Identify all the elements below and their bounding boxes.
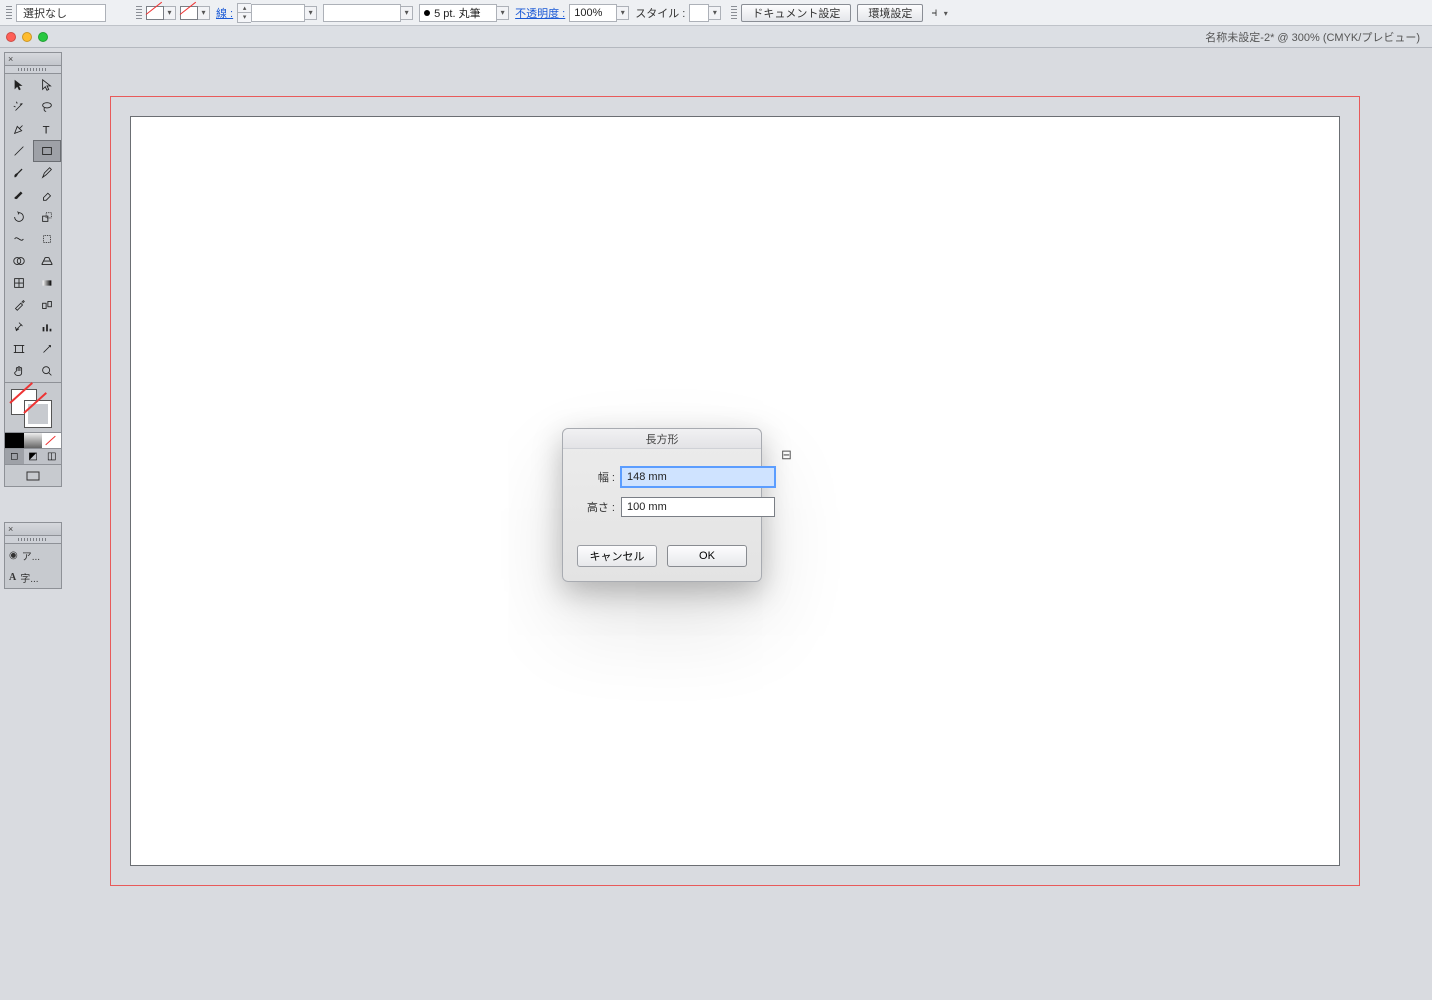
color-mode-none[interactable] bbox=[42, 433, 61, 448]
slice-tool[interactable] bbox=[33, 338, 61, 360]
preferences-button[interactable]: 環境設定 bbox=[857, 4, 923, 22]
grip-icon bbox=[731, 6, 737, 20]
stroke-width-field[interactable] bbox=[251, 4, 305, 22]
column-graph-tool[interactable] bbox=[33, 316, 61, 338]
color-mode-solid[interactable] bbox=[5, 433, 24, 448]
rectangle-dialog: 長方形 幅 : 高さ : ⊟ キャンセル OK bbox=[562, 428, 762, 582]
align-icon[interactable]: ⫞ ▾ bbox=[931, 5, 947, 20]
character-icon: A bbox=[9, 572, 16, 583]
shape-builder-tool[interactable] bbox=[5, 250, 33, 272]
selection-indicator[interactable]: 選択なし bbox=[16, 4, 106, 22]
width-label: 幅 : bbox=[575, 469, 615, 485]
draw-normal[interactable]: ◻ bbox=[5, 449, 24, 464]
stroke-link[interactable]: 線 : bbox=[216, 5, 233, 21]
eraser-tool[interactable] bbox=[33, 184, 61, 206]
cancel-button[interactable]: キャンセル bbox=[577, 545, 657, 567]
mini-panel-header[interactable]: × bbox=[4, 522, 62, 536]
fill-dropdown[interactable]: ▾ bbox=[164, 6, 176, 20]
appearance-mini-panel: × ◉ア... A字... bbox=[4, 522, 62, 589]
color-mode-row bbox=[4, 433, 62, 449]
paintbrush-tool[interactable] bbox=[5, 162, 33, 184]
draw-inside[interactable]: ◫ bbox=[42, 449, 61, 464]
document-title: 名称未設定-2* @ 300% (CMYK/プレビュー) bbox=[1205, 29, 1420, 45]
height-label: 高さ : bbox=[575, 499, 615, 515]
rotate-tool[interactable] bbox=[5, 206, 33, 228]
style-dropdown[interactable]: ▾ bbox=[709, 6, 721, 20]
panel-grip[interactable] bbox=[4, 536, 62, 544]
pencil-tool[interactable] bbox=[33, 162, 61, 184]
fill-stroke-indicator[interactable] bbox=[4, 383, 62, 433]
document-setup-button[interactable]: ドキュメント設定 bbox=[741, 4, 851, 22]
draw-mode-row: ◻ ◩ ◫ bbox=[4, 449, 62, 465]
blend-tool[interactable] bbox=[33, 294, 61, 316]
close-window-icon[interactable] bbox=[6, 32, 16, 42]
brush-dropdown[interactable]: ▾ bbox=[497, 6, 509, 20]
rectangle-tool[interactable] bbox=[33, 140, 61, 162]
eyedropper-tool[interactable] bbox=[5, 294, 33, 316]
direct-selection-tool[interactable] bbox=[33, 74, 61, 96]
appearance-row[interactable]: ◉ア... bbox=[5, 544, 61, 566]
style-field[interactable] bbox=[689, 4, 709, 22]
selection-tool[interactable] bbox=[5, 74, 33, 96]
zoom-window-icon[interactable] bbox=[38, 32, 48, 42]
selection-label: 選択なし bbox=[23, 5, 67, 21]
fill-swatch[interactable] bbox=[146, 6, 164, 20]
opacity-dropdown[interactable]: ▾ bbox=[617, 6, 629, 20]
panel-grip[interactable] bbox=[4, 66, 62, 74]
vwp-dropdown[interactable]: ▾ bbox=[401, 6, 413, 20]
free-transform-tool[interactable] bbox=[33, 228, 61, 250]
zoom-tool[interactable] bbox=[33, 360, 61, 382]
dialog-title: 長方形 bbox=[563, 429, 761, 449]
control-bar: 選択なし ▾ ▾ 線 : ▴▾ ▾ ▾ 5 pt. 丸筆 ▾ 不透明度 : 100… bbox=[0, 0, 1432, 26]
opacity-link[interactable]: 不透明度 : bbox=[515, 5, 565, 21]
stroke-width-dropdown[interactable]: ▾ bbox=[305, 6, 317, 20]
character-row[interactable]: A字... bbox=[5, 566, 61, 588]
constrain-proportions-icon[interactable]: ⊟ bbox=[781, 433, 792, 477]
grip-icon bbox=[136, 6, 142, 20]
opacity-field[interactable]: 100% bbox=[569, 4, 617, 22]
document-title-bar: 名称未設定-2* @ 300% (CMYK/プレビュー) bbox=[0, 26, 1432, 48]
type-tool[interactable]: T bbox=[33, 118, 61, 140]
workspace: × T bbox=[0, 48, 1432, 1000]
height-input[interactable] bbox=[621, 497, 775, 517]
close-panel-icon[interactable]: × bbox=[8, 524, 13, 534]
mesh-tool[interactable] bbox=[5, 272, 33, 294]
stroke-color-icon[interactable] bbox=[25, 401, 51, 427]
minimize-window-icon[interactable] bbox=[22, 32, 32, 42]
brush-field[interactable]: 5 pt. 丸筆 bbox=[419, 4, 497, 22]
grip-icon bbox=[6, 6, 12, 20]
stroke-dropdown[interactable]: ▾ bbox=[198, 6, 210, 20]
blob-brush-tool[interactable] bbox=[5, 184, 33, 206]
color-mode-gradient[interactable] bbox=[24, 433, 43, 448]
lasso-tool[interactable] bbox=[33, 96, 61, 118]
draw-behind[interactable]: ◩ bbox=[24, 449, 43, 464]
hand-tool[interactable] bbox=[5, 360, 33, 382]
close-panel-icon[interactable]: × bbox=[8, 54, 13, 64]
perspective-grid-tool[interactable] bbox=[33, 250, 61, 272]
panel-header[interactable]: × bbox=[4, 52, 62, 66]
sun-icon: ◉ bbox=[9, 550, 18, 561]
stroke-swatch[interactable] bbox=[180, 6, 198, 20]
variable-width-profile[interactable] bbox=[323, 4, 401, 22]
gradient-tool[interactable] bbox=[33, 272, 61, 294]
magic-wand-tool[interactable] bbox=[5, 96, 33, 118]
screen-mode-button[interactable] bbox=[4, 465, 62, 487]
width-input[interactable] bbox=[621, 467, 775, 487]
ok-button[interactable]: OK bbox=[667, 545, 747, 567]
scale-tool[interactable] bbox=[33, 206, 61, 228]
tools-panel: × T bbox=[4, 52, 62, 487]
line-tool[interactable] bbox=[5, 140, 33, 162]
pen-tool[interactable] bbox=[5, 118, 33, 140]
svg-text:T: T bbox=[43, 124, 50, 136]
brush-profile-label: 5 pt. 丸筆 bbox=[434, 5, 480, 21]
width-tool[interactable] bbox=[5, 228, 33, 250]
artboard-tool[interactable] bbox=[5, 338, 33, 360]
style-label: スタイル : bbox=[635, 5, 685, 21]
stroke-width-spinner[interactable]: ▴▾ bbox=[237, 3, 251, 23]
symbol-sprayer-tool[interactable] bbox=[5, 316, 33, 338]
